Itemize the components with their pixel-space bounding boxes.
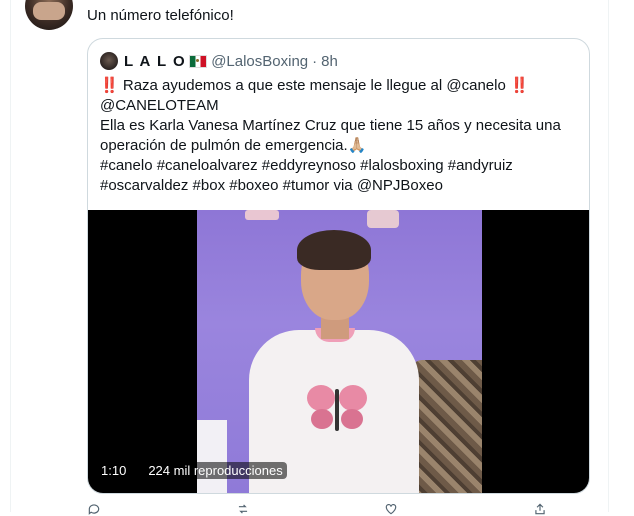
tweet-line: operación de pulmón de emergencia.🙏🏼 bbox=[100, 137, 367, 154]
tweet-line: #oscarvaldez #box #boxeo #tumor via @NPJ… bbox=[100, 177, 443, 194]
reply-tweet-text: Un número telefónico! bbox=[87, 7, 234, 24]
quoted-author-name[interactable]: L A L O bbox=[124, 53, 186, 70]
video-duration: 1:10 bbox=[97, 461, 131, 479]
reply-author-avatar[interactable] bbox=[25, 0, 73, 30]
tweet-line: Ella es Karla Vanesa Martínez Cruz que t… bbox=[100, 117, 561, 134]
butterfly-print bbox=[307, 385, 367, 435]
video-frame bbox=[197, 210, 482, 493]
double-exclamation-icon: ‼️ bbox=[100, 77, 119, 94]
tweet-line: #canelo #caneloalvarez #eddyreynoso #lal… bbox=[100, 157, 513, 174]
header-separator: · bbox=[312, 52, 318, 70]
like-button[interactable] bbox=[384, 503, 398, 515]
video-info-overlay: 1:10 224 mil reproducciones bbox=[97, 460, 287, 480]
timeline-left-border bbox=[10, 0, 11, 512]
quoted-tweet-time[interactable]: 8h bbox=[321, 53, 338, 70]
quoted-author-handle[interactable]: @LalosBoxing bbox=[211, 53, 308, 70]
reply-icon bbox=[88, 504, 100, 515]
retweet-button[interactable] bbox=[236, 503, 250, 515]
double-exclamation-icon: ‼️ bbox=[509, 77, 529, 94]
sofa-pattern bbox=[412, 360, 482, 493]
quoted-tweet-text: ‼️ Raza ayudemos a que este mensaje le l… bbox=[100, 76, 580, 196]
video-player[interactable]: 1:10 224 mil reproducciones bbox=[88, 210, 589, 493]
like-icon bbox=[386, 504, 397, 515]
quoted-tweet-card[interactable]: L A L O @LalosBoxing · 8h ‼️ Raza ayudem… bbox=[87, 38, 590, 494]
reply-button[interactable] bbox=[87, 503, 101, 515]
quoted-author-avatar[interactable] bbox=[100, 52, 118, 70]
tweet-line: @CANELOTEAM bbox=[100, 97, 219, 114]
tweet-action-bar bbox=[87, 503, 547, 515]
quoted-tweet-header: L A L O @LalosBoxing · 8h bbox=[100, 52, 338, 70]
video-view-count: 224 mil reproducciones bbox=[144, 461, 287, 479]
mexico-flag-icon bbox=[189, 54, 208, 68]
tweet-line: ‼️ Raza ayudemos a que este mensaje le l… bbox=[100, 77, 529, 94]
share-icon bbox=[535, 503, 545, 515]
retweet-icon bbox=[238, 504, 247, 514]
share-button[interactable] bbox=[533, 503, 547, 515]
timeline-right-border bbox=[608, 0, 609, 512]
